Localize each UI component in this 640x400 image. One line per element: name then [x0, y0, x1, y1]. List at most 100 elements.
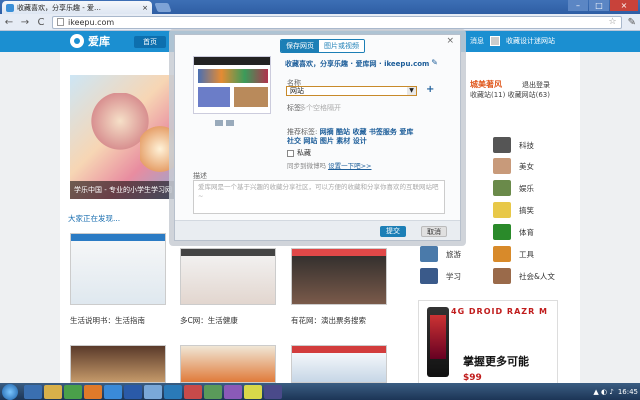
messages-link[interactable]: 消息: [470, 36, 484, 46]
category-item[interactable]: 工具: [493, 246, 534, 262]
taskbar-app-icon[interactable]: [24, 384, 42, 399]
back-button[interactable]: ←: [4, 17, 14, 28]
bookmark-star-icon[interactable]: ☆: [609, 17, 617, 27]
site-thumbnail[interactable]: [180, 248, 276, 305]
thumbnail-caption[interactable]: 有花网：演出票务搜索: [291, 315, 366, 326]
window-controls: – □ ×: [568, 0, 638, 12]
collection-select[interactable]: 网站 ▼: [286, 86, 417, 96]
user-menu[interactable]: 消息 收藏设计迷网站: [470, 36, 555, 46]
checkbox-icon[interactable]: [287, 149, 294, 157]
site-thumbnail[interactable]: [291, 248, 387, 305]
thumbnail-caption[interactable]: 生活说明书：生活指南: [70, 315, 145, 326]
nav-home[interactable]: 首页: [134, 36, 166, 48]
description-textarea[interactable]: 爱库网是一个基于兴趣的收藏分享社区，可以方便的收藏和分享你喜欢的互联网站吧~: [193, 180, 445, 214]
taskbar-app-icon[interactable]: [124, 384, 142, 399]
site-thumbnail[interactable]: [180, 345, 276, 383]
system-tray: ▲ ◐ ♪ 16:45: [593, 388, 638, 396]
category-label: 旅游: [446, 249, 461, 259]
category-item[interactable]: 社会&人文: [493, 268, 555, 284]
tray-icons[interactable]: ▲ ◐ ♪: [593, 388, 613, 396]
taskbar-app-icon[interactable]: [164, 384, 182, 399]
address-bar[interactable]: ikeepu.com ☆: [52, 15, 622, 29]
dialog-tabs: 保存网页 图片或视频: [280, 39, 365, 53]
tab-save-webpage[interactable]: 保存网页: [281, 40, 319, 52]
taskbar-app-icon[interactable]: [224, 384, 242, 399]
ad-brand: 4G DROID RAZR M: [451, 307, 548, 316]
category-item[interactable]: 学习: [420, 268, 461, 284]
ad-price: $99: [463, 373, 482, 383]
category-label: 学习: [446, 271, 461, 281]
thumb-bar: [71, 234, 165, 241]
reload-button[interactable]: C: [36, 17, 46, 28]
maximize-button[interactable]: □: [589, 0, 609, 11]
site-thumbnail[interactable]: [291, 345, 387, 383]
ad-slogan: 掌握更多可能: [463, 355, 529, 368]
taskbar-app-icon[interactable]: [64, 384, 82, 399]
sync-row: 同步到微博吗 设置一下吧>>: [287, 160, 371, 170]
taskbar-app-icon[interactable]: [144, 384, 162, 399]
taskbar-app-icon[interactable]: [204, 384, 222, 399]
start-button[interactable]: [2, 383, 18, 400]
user-name[interactable]: 收藏设计迷网站: [506, 36, 555, 46]
private-label: 私藏: [297, 149, 311, 157]
taskbar-app-icon[interactable]: [264, 384, 282, 399]
taskbar-app-icon[interactable]: [184, 384, 202, 399]
preview-pager[interactable]: [215, 120, 234, 126]
category-label: 美女: [519, 161, 534, 171]
category-item[interactable]: 美女: [493, 158, 534, 174]
avatar[interactable]: [490, 36, 500, 46]
phone-image: [427, 307, 449, 377]
close-tab-icon[interactable]: ×: [142, 4, 148, 12]
logout-link[interactable]: 退出登录: [522, 80, 550, 90]
preview-block: [198, 87, 230, 107]
taskbar-app-icon[interactable]: [84, 384, 102, 399]
sync-settings-link[interactable]: 设置一下吧>>: [328, 162, 371, 170]
private-checkbox[interactable]: 私藏: [287, 148, 311, 158]
category-icon: [493, 202, 511, 218]
dialog-body: × 保存网页 图片或视频 收藏喜欢，分享乐趣 · 爱库网 · ikeepu.co…: [174, 34, 461, 241]
site-thumbnail[interactable]: [70, 233, 166, 305]
category-item[interactable]: 搞笑: [493, 202, 534, 218]
pager-dot[interactable]: [215, 120, 223, 126]
category-icon: [493, 246, 511, 262]
clock[interactable]: 16:45: [618, 388, 638, 396]
site-thumbnail[interactable]: [70, 345, 166, 383]
user-panel-title[interactable]: 城美著风: [470, 79, 502, 90]
select-value: 网站: [290, 87, 304, 95]
category-icon: [493, 158, 511, 174]
submit-button[interactable]: 提交: [380, 226, 406, 237]
chevron-down-icon[interactable]: ▼: [407, 87, 416, 95]
tags-input[interactable]: 多个空格隔开: [299, 103, 341, 113]
wrench-menu-icon[interactable]: ✎: [628, 17, 636, 28]
taskbar: ▲ ◐ ♪ 16:45: [0, 383, 640, 400]
taskbar-app-icon[interactable]: [244, 384, 262, 399]
new-tab-button[interactable]: [154, 3, 172, 12]
edit-icon[interactable]: ✎: [431, 58, 438, 67]
site-logo[interactable]: 爱库: [70, 33, 110, 49]
taskbar-app-icon[interactable]: [104, 384, 122, 399]
preview-strip: [198, 69, 268, 83]
minimize-button[interactable]: –: [568, 0, 588, 11]
taskbar-app-icon[interactable]: [44, 384, 62, 399]
category-label: 科技: [519, 140, 534, 150]
tab-image-video[interactable]: 图片或视频: [319, 40, 364, 52]
close-window-button[interactable]: ×: [610, 0, 638, 11]
browser-tab[interactable]: 收藏喜欢，分享乐趣 - 爱… ×: [2, 1, 152, 14]
preview-block: [234, 87, 268, 107]
category-item[interactable]: 旅游: [420, 246, 461, 262]
user-stats[interactable]: 收藏站(11) 收藏网站(63): [470, 90, 550, 100]
logo-icon: [70, 34, 84, 48]
category-item[interactable]: 体育: [493, 224, 534, 240]
add-collection-button[interactable]: +: [426, 84, 434, 95]
category-label: 社会&人文: [519, 271, 555, 281]
cancel-button[interactable]: 取消: [421, 226, 447, 237]
category-icon: [420, 246, 438, 262]
category-item[interactable]: 娱乐: [493, 180, 534, 196]
rec-tags-label: 推荐标签:: [287, 128, 318, 136]
category-item[interactable]: 科技: [493, 137, 534, 153]
pager-dot[interactable]: [226, 120, 234, 126]
close-icon[interactable]: ×: [446, 36, 454, 46]
forward-button[interactable]: →: [20, 17, 30, 28]
page-preview: [193, 56, 271, 114]
thumbnail-caption[interactable]: 多C网：生活健康: [180, 315, 238, 326]
